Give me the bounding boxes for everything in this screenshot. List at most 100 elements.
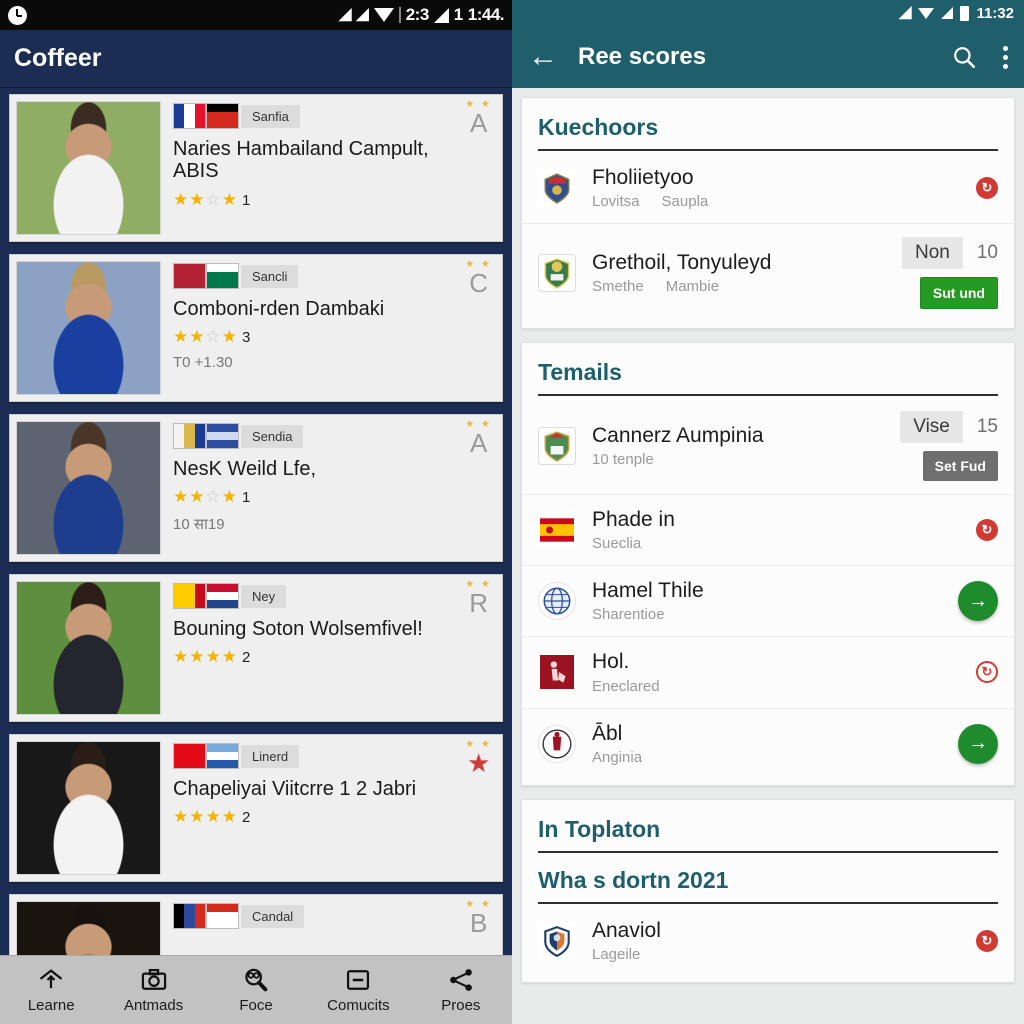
bottomnav-item-learne[interactable]: Learne <box>0 966 102 1014</box>
back-arrow-icon[interactable]: ← <box>528 42 558 72</box>
row-action-button[interactable]: Set Fud <box>922 451 998 482</box>
row-actions: Non 10 Sut und <box>902 237 998 310</box>
row-actions: ↻ <box>976 519 998 542</box>
screenshot-root: ◢ ◢ 2:3 1 1:44. Coffeer Sanfia Naries Ham… <box>0 0 1024 1024</box>
subtitle-part: Sueclia <box>592 535 642 553</box>
signal-diamond-icon <box>373 8 394 22</box>
bottomnav-item-proes[interactable]: Proes <box>410 966 512 1014</box>
row-action-button[interactable]: Sut und <box>919 277 998 310</box>
match-card[interactable]: Sendia NesK Weild Lfe, ★★☆★ 1 10 सा19 ★ ★ A <box>9 414 503 562</box>
star-filled-icon: ★ <box>173 807 190 827</box>
match-card-header: Ney <box>173 583 492 609</box>
right-app-bar: ← Ree scores <box>512 26 1024 88</box>
player-photo <box>16 261 161 395</box>
match-card-body: Sanfia Naries Hambailand Campult, ABIS ★★☆… <box>161 95 502 241</box>
match-card[interactable]: Sancli Comboni-rden Dambaki ★★☆★ 3 T0 +1.30 ★… <box>9 254 503 402</box>
match-card[interactable]: Ney Bouning Soton Wolsemfivel! ★★★★ 2 ★ ★ R <box>9 574 503 722</box>
status-pill[interactable]: Non <box>902 237 963 270</box>
star-filled-icon: ★ <box>221 807 238 827</box>
score-row[interactable]: Hamel Thile Sharentioe → <box>522 565 1014 636</box>
search-icon[interactable] <box>951 44 977 70</box>
minus-box-icon <box>344 966 372 994</box>
star-filled-icon: ★ <box>189 807 206 827</box>
rating-stars: ★★★★ 2 <box>173 647 492 667</box>
bottomnav-item-antmads[interactable]: Antmads <box>102 966 204 1014</box>
team-subtitle: Lageile <box>592 946 966 963</box>
star-empty-icon: ☆ <box>205 189 222 209</box>
score-row[interactable]: Fholiietyoo Lovitsa Saupla ↻ <box>522 153 1014 223</box>
match-card-list[interactable]: Sanfia Naries Hambailand Campult, ABIS ★★☆… <box>0 88 512 1024</box>
rating-stars: ★★☆★ 1 <box>173 190 492 210</box>
bottomnav-label: Foce <box>239 997 273 1014</box>
section-divider <box>538 901 998 904</box>
team-name: Fholiietyoo <box>592 166 694 189</box>
match-title: Chapeliyai Viitcrre 1 2 Jabri <box>173 778 417 800</box>
score-row-text: Grethoil, Tonyuleyd Smethe Mambie <box>592 251 892 295</box>
flag-left-icon <box>173 583 206 609</box>
bottom-navigation-bar[interactable]: Learne Antmads Foce Comucits Proes <box>0 955 512 1024</box>
section-heading: Temails <box>538 359 622 386</box>
flag-spain-icon <box>538 511 576 550</box>
camera-icon <box>140 966 168 994</box>
flag-right-icon <box>206 263 239 289</box>
score-row[interactable]: Cannerz Aumpinia 10 tenple Vise 15 Set Fud <box>522 398 1014 494</box>
team-subtitle: 10 tenple <box>592 451 890 468</box>
bottomnav-item-foce[interactable]: Foce <box>205 966 307 1014</box>
refresh-red-hollow-icon[interactable]: ↻ <box>976 661 998 684</box>
subtitle-part: Saupla <box>661 193 709 211</box>
team-name: Hol. <box>592 650 630 674</box>
match-card-body: Sendia NesK Weild Lfe, ★★☆★ 1 10 सा19 ★ ★ A <box>161 415 502 561</box>
arrow-green-icon[interactable]: → <box>958 581 998 622</box>
subtitle-part: Mambie <box>665 278 720 296</box>
player-photo <box>16 741 161 875</box>
match-subtitle: T0 +1.30 <box>173 354 233 372</box>
section-heading: Kuechoors <box>538 114 659 140</box>
refresh-red-icon[interactable]: ↻ <box>976 929 998 952</box>
score-row[interactable]: Ābl Anginia → <box>522 707 1014 779</box>
flag-right-icon <box>206 903 239 929</box>
score-row-text: Fholiietyoo Lovitsa Saupla <box>592 166 966 210</box>
score-row[interactable]: Grethoil, Tonyuleyd Smethe Mambie Non 10 Sut … <box>522 223 1014 322</box>
team-name: Hamel Thile <box>592 579 704 603</box>
match-card[interactable]: Linerd Chapeliyai Viitcrre 1 2 Jabri ★★★★ 2… <box>9 734 503 882</box>
wifi-icon: ◢ <box>356 6 369 23</box>
corner-letter: C <box>469 268 489 298</box>
crest-blue-shield-icon <box>538 921 576 960</box>
corner-letter: R <box>469 588 489 618</box>
crest-green-icon <box>538 254 576 293</box>
match-title: Naries Hambailand Campult, ABIS <box>173 138 429 183</box>
right-page-title: Ree scores <box>578 43 707 70</box>
score-row[interactable]: Phade in Sueclia ↻ <box>522 494 1014 565</box>
signal-bars-icon <box>433 7 449 23</box>
team-name: Ābl <box>592 721 623 745</box>
team-name: Anaviol <box>592 918 661 942</box>
flag-right-icon <box>206 743 239 769</box>
score-row[interactable]: Hol. Eneclared ↻ <box>522 636 1014 707</box>
refresh-red-icon[interactable]: ↻ <box>976 519 998 542</box>
arrow-green-icon[interactable]: → <box>958 723 998 764</box>
star-filled-icon: ★ <box>221 487 238 507</box>
signal-diamond-icon <box>918 7 935 19</box>
globe-icon <box>538 582 576 621</box>
refresh-red-icon[interactable]: ↻ <box>976 177 998 200</box>
rating-value: 2 <box>242 809 252 827</box>
match-card[interactable]: Sanfia Naries Hambailand Campult, ABIS ★★☆… <box>9 94 503 242</box>
status-pill[interactable]: Vise <box>900 411 963 444</box>
card-corner-badge: ★ ★ B <box>465 899 492 936</box>
overflow-menu-icon[interactable] <box>1003 45 1008 69</box>
row-actions: ↻ <box>976 929 998 952</box>
score-row[interactable]: Anaviol Lageile ↻ <box>522 906 1014 976</box>
score-sections-list[interactable]: Kuechoors Fholiietyoo Lovitsa Saupla ↻ Gretho… <box>512 88 1024 1024</box>
subtitle-part: Eneclared <box>592 677 660 695</box>
bottomnav-label: Antmads <box>124 997 184 1014</box>
left-signal-text: 2:3 <box>405 5 430 24</box>
bottomnav-item-comucits[interactable]: Comucits <box>307 966 409 1014</box>
subtitle-part: Anginia <box>592 748 643 766</box>
competition-chip: Sancli <box>241 264 299 288</box>
corner-letter: B <box>469 908 488 938</box>
flag-left-icon <box>173 103 206 129</box>
section-divider <box>538 394 998 397</box>
star-filled-icon: ★ <box>221 647 238 667</box>
team-name: Phade in <box>592 508 675 532</box>
share-icon <box>447 966 475 994</box>
